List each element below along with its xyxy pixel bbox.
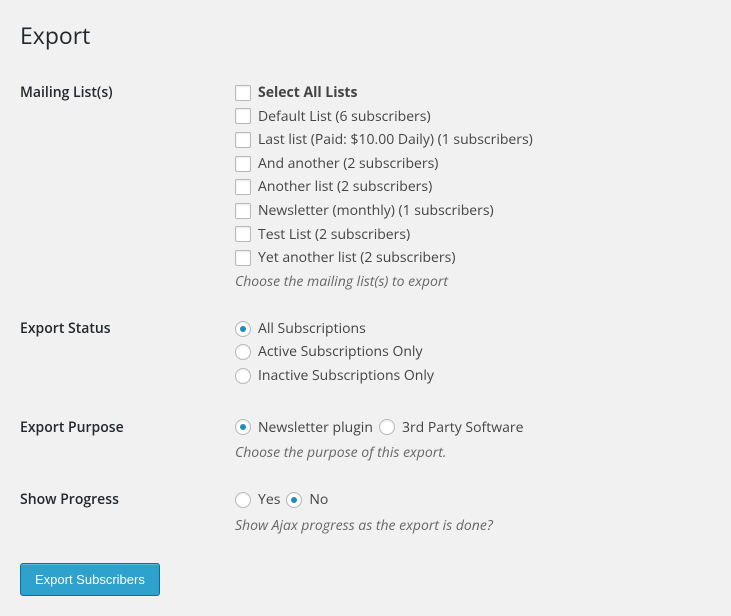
radio-label: Active Subscriptions Only — [258, 342, 422, 362]
checkbox-list-item[interactable]: Last list (Paid: $10.00 Daily) (1 subscr… — [235, 130, 711, 150]
list-item-label: Test List (2 subscribers) — [258, 225, 410, 245]
field-show-progress: Yes No Show Ajax progress as the export … — [235, 490, 711, 535]
help-show-progress: Show Ajax progress as the export is done… — [235, 516, 711, 535]
field-mailing-lists: Select All Lists Default List (6 subscri… — [235, 83, 711, 291]
help-export-purpose: Choose the purpose of this export. — [235, 443, 711, 462]
export-subscribers-button[interactable]: Export Subscribers — [20, 563, 160, 597]
radio-icon — [235, 492, 251, 508]
radio-icon — [235, 344, 251, 360]
checkbox-select-all[interactable]: Select All Lists — [235, 83, 711, 103]
radio-icon — [235, 419, 251, 435]
label-export-status: Export Status — [20, 319, 235, 338]
radio-status-all[interactable]: All Subscriptions — [235, 319, 711, 339]
radio-label: Yes — [258, 490, 280, 510]
field-export-status: All Subscriptions Active Subscriptions O… — [235, 319, 711, 390]
field-export-purpose: Newsletter plugin 3rd Party Software Cho… — [235, 418, 711, 463]
radio-label: 3rd Party Software — [402, 418, 524, 438]
help-mailing-lists: Choose the mailing list(s) to export — [235, 272, 711, 291]
radio-icon — [235, 321, 251, 337]
checkbox-icon — [235, 85, 251, 101]
radio-label: Inactive Subscriptions Only — [258, 366, 434, 386]
checkbox-icon — [235, 132, 251, 148]
radio-icon — [286, 492, 302, 508]
radio-icon — [235, 368, 251, 384]
checkbox-icon — [235, 179, 251, 195]
checkbox-icon — [235, 108, 251, 124]
checkbox-list-item[interactable]: Newsletter (monthly) (1 subscribers) — [235, 201, 711, 221]
row-mailing-lists: Mailing List(s) Select All Lists Default… — [20, 83, 711, 291]
select-all-label: Select All Lists — [258, 83, 357, 103]
list-item-label: Yet another list (2 subscribers) — [258, 248, 455, 268]
radio-label: Newsletter plugin — [258, 418, 373, 438]
radio-purpose-thirdparty[interactable]: 3rd Party Software — [379, 418, 524, 438]
checkbox-list-item[interactable]: Default List (6 subscribers) — [235, 107, 711, 127]
radio-progress-yes[interactable]: Yes — [235, 490, 280, 510]
radio-icon — [379, 419, 395, 435]
page-title: Export — [20, 10, 711, 55]
checkbox-icon — [235, 250, 251, 266]
checkbox-list-item[interactable]: Test List (2 subscribers) — [235, 225, 711, 245]
list-item-label: Another list (2 subscribers) — [258, 177, 432, 197]
label-show-progress: Show Progress — [20, 490, 235, 509]
row-show-progress: Show Progress Yes No Show Ajax progress … — [20, 490, 711, 535]
list-item-label: Last list (Paid: $10.00 Daily) (1 subscr… — [258, 130, 533, 150]
checkbox-list-item[interactable]: And another (2 subscribers) — [235, 154, 711, 174]
label-mailing-lists: Mailing List(s) — [20, 83, 235, 102]
row-export-purpose: Export Purpose Newsletter plugin 3rd Par… — [20, 418, 711, 463]
radio-label: No — [309, 490, 328, 510]
radio-purpose-newsletter[interactable]: Newsletter plugin — [235, 418, 373, 438]
list-item-label: And another (2 subscribers) — [258, 154, 438, 174]
radio-label: All Subscriptions — [258, 319, 366, 339]
list-item-label: Default List (6 subscribers) — [258, 107, 431, 127]
radio-progress-no[interactable]: No — [286, 490, 328, 510]
radio-status-inactive[interactable]: Inactive Subscriptions Only — [235, 366, 711, 386]
row-export-status: Export Status All Subscriptions Active S… — [20, 319, 711, 390]
label-export-purpose: Export Purpose — [20, 418, 235, 437]
checkbox-icon — [235, 156, 251, 172]
checkbox-list-item[interactable]: Yet another list (2 subscribers) — [235, 248, 711, 268]
list-item-label: Newsletter (monthly) (1 subscribers) — [258, 201, 494, 221]
checkbox-list-item[interactable]: Another list (2 subscribers) — [235, 177, 711, 197]
radio-status-active[interactable]: Active Subscriptions Only — [235, 342, 711, 362]
checkbox-icon — [235, 203, 251, 219]
checkbox-icon — [235, 226, 251, 242]
